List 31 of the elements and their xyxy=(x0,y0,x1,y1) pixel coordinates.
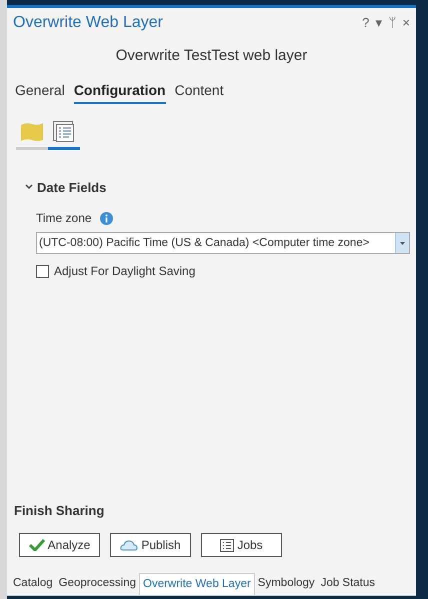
tab[interactable]: Configuration xyxy=(74,80,166,104)
action-button[interactable]: Jobs xyxy=(201,533,282,557)
pane-control[interactable]: ? xyxy=(362,13,370,33)
time-zone-dropdown[interactable]: (UTC-08:00) Pacific Time (US & Canada) <Computer time zone> xyxy=(36,232,410,254)
field-label: Time zone xyxy=(36,210,92,227)
pane-control[interactable]: × xyxy=(402,13,410,33)
dock-tab[interactable]: Job Status xyxy=(318,573,378,595)
map-icon xyxy=(20,122,44,142)
checkbox-label: Adjust For Daylight Saving xyxy=(54,263,196,280)
section-title: Finish Sharing xyxy=(14,502,106,520)
chevron-icon xyxy=(25,184,33,190)
properties-icon xyxy=(53,121,75,143)
info-icon xyxy=(100,212,113,224)
dock-tab[interactable]: Geoprocessing xyxy=(56,573,139,595)
section-header[interactable]: Date Fields xyxy=(25,178,106,197)
dropdown-arrow-icon xyxy=(400,242,405,244)
checkmark-icon xyxy=(28,539,45,551)
dock-tab[interactable]: Symbology xyxy=(254,573,318,595)
checkbox[interactable] xyxy=(36,264,49,278)
pane-control[interactable]: ▾ xyxy=(375,13,382,33)
list-icon xyxy=(220,538,234,552)
pane-subtitle: Overwrite TestTest web layer xyxy=(114,46,308,66)
dock-tab[interactable]: Overwrite Web Layer xyxy=(139,573,255,595)
pane-title: Overwrite Web Layer xyxy=(13,13,163,33)
action-button[interactable]: Publish xyxy=(110,533,191,557)
tab[interactable]: General xyxy=(15,80,65,104)
tab[interactable]: Content xyxy=(174,80,224,104)
cloud-icon xyxy=(120,540,138,550)
action-button[interactable]: Analyze xyxy=(19,533,100,557)
dock-tab[interactable]: Catalog xyxy=(10,573,56,595)
pane-control[interactable]: ᛘ xyxy=(388,13,396,33)
